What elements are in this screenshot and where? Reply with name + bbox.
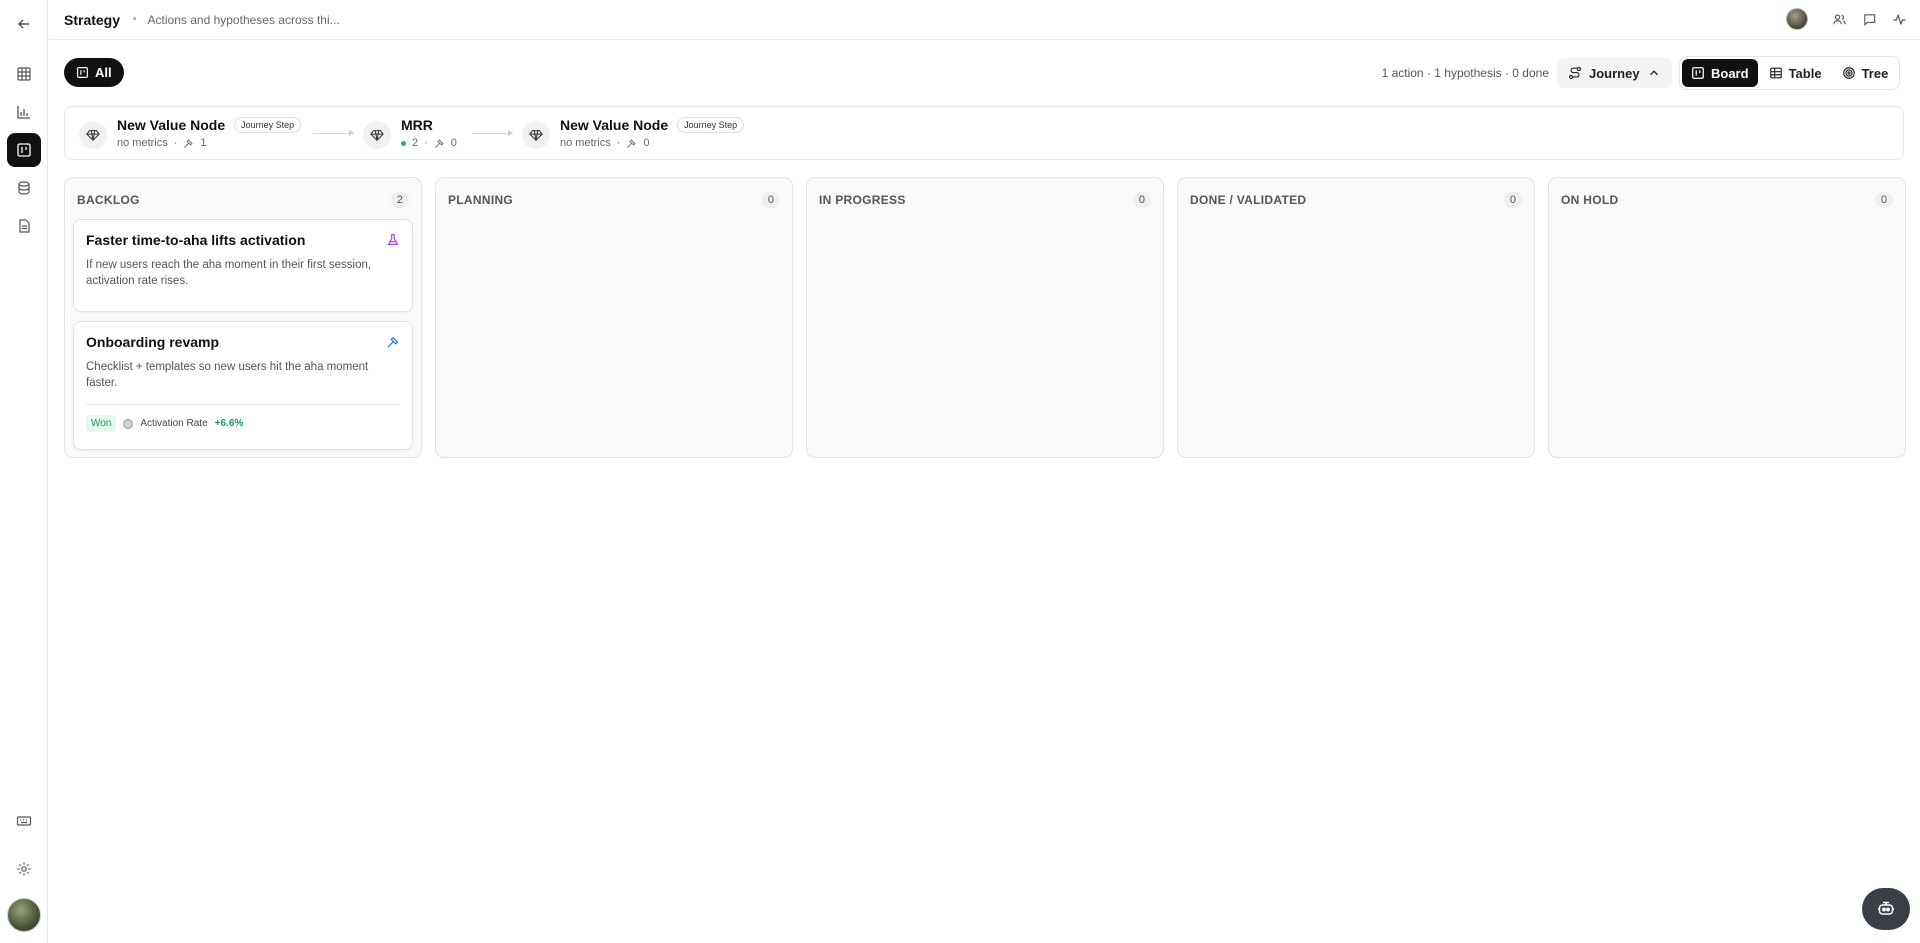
- title-separator: •: [133, 14, 137, 25]
- metric-name: Activation Rate: [140, 418, 208, 429]
- card-description: If new users reach the aha moment in the…: [86, 259, 372, 287]
- board-kanban-icon[interactable]: [7, 133, 41, 167]
- journey-node[interactable]: New Value Node Journey Step no metrics ·…: [79, 117, 302, 149]
- tree-target-icon: [1842, 67, 1855, 79]
- hammer-icon: [387, 336, 399, 348]
- board-column-on-hold: ON HOLD 0: [1548, 177, 1906, 458]
- status-badge: Won: [86, 415, 117, 432]
- hammer-icon: [184, 138, 193, 148]
- page-subtitle: Actions and hypotheses across thi...: [147, 12, 340, 27]
- journey-arrow: [472, 130, 513, 136]
- board-summary: 1 action · 1 hypothesis · 0 done: [1381, 66, 1549, 80]
- column-title: BACKLOG: [77, 193, 140, 207]
- diamond-icon: [363, 121, 391, 149]
- page-title: Strategy: [64, 11, 121, 28]
- header-actions: [1786, 8, 1910, 30]
- journey-route-icon: [1569, 67, 1581, 79]
- meta-separator: ·: [424, 137, 428, 149]
- card-title: Faster time-to-aha lifts activation: [86, 232, 306, 248]
- chevron-up-icon: [1649, 70, 1658, 76]
- board-column-in-progress: IN PROGRESS 0: [806, 177, 1164, 458]
- column-title: IN PROGRESS: [819, 193, 906, 207]
- settings-gear-icon[interactable]: [7, 852, 41, 886]
- view-tree-label: Tree: [1861, 65, 1889, 81]
- column-title: DONE / VALIDATED: [1190, 193, 1307, 207]
- hypothesis-card[interactable]: Faster time-to-aha lifts activation If n…: [73, 219, 413, 312]
- card-title: Onboarding revamp: [86, 334, 220, 350]
- column-count: 0: [1874, 192, 1893, 208]
- metric-status-dot: [401, 140, 406, 146]
- user-avatar[interactable]: [7, 898, 41, 932]
- users-icon[interactable]: [1828, 8, 1850, 30]
- view-switcher: Board Table Tree: [1679, 56, 1901, 90]
- board-icon: [77, 67, 88, 78]
- journey-label: Journey: [1589, 65, 1640, 81]
- view-board-tab[interactable]: Board: [1682, 59, 1758, 87]
- column-count: 2: [390, 192, 409, 208]
- database-icon[interactable]: [7, 171, 41, 205]
- journey-node-actions: 1: [200, 137, 207, 149]
- journey-strip: New Value Node Journey Step no metrics ·…: [64, 106, 1904, 160]
- comment-icon[interactable]: [1858, 8, 1880, 30]
- journey-node-title: MRR: [401, 117, 433, 133]
- page-header: Strategy • Actions and hypotheses across…: [49, 0, 1920, 40]
- board-icon: [1692, 67, 1704, 79]
- back-arrow-icon[interactable]: [7, 7, 41, 41]
- flask-icon: [387, 234, 399, 245]
- card-description: Checklist + templates so new users hit t…: [86, 361, 369, 389]
- table-icon: [1769, 67, 1782, 79]
- bar-chart-icon[interactable]: [7, 95, 41, 129]
- journey-node-actions: 0: [450, 137, 457, 149]
- meta-separator: ·: [173, 137, 178, 149]
- view-table-label: Table: [1788, 65, 1822, 81]
- view-table-tab[interactable]: Table: [1760, 59, 1831, 87]
- column-title: ON HOLD: [1561, 193, 1619, 207]
- left-nav-rail: [0, 0, 48, 943]
- card-result-row: Won Activation Rate +6.6%: [86, 404, 400, 432]
- action-card[interactable]: Onboarding revamp Checklist + templates …: [73, 321, 413, 450]
- column-count: 0: [1132, 192, 1151, 208]
- hammer-icon: [627, 138, 636, 148]
- board-column-backlog: BACKLOG 2 Faster time-to-aha lifts activ…: [64, 177, 422, 458]
- grid-table-icon[interactable]: [7, 57, 41, 91]
- view-tree-tab[interactable]: Tree: [1833, 59, 1898, 87]
- filter-all-chip[interactable]: All: [64, 58, 124, 87]
- journey-node-title: New Value Node: [117, 117, 226, 133]
- journey-node-actions: 0: [643, 137, 650, 149]
- document-icon[interactable]: [7, 209, 41, 243]
- activity-pulse-icon[interactable]: [1888, 8, 1910, 30]
- metric-delta: +6.6%: [214, 418, 244, 429]
- assistant-bot-icon: [1878, 901, 1894, 915]
- journey-node-metrics: no metrics: [117, 137, 168, 149]
- hammer-icon: [434, 138, 444, 148]
- journey-node-metrics: 2: [412, 137, 419, 149]
- column-count: 0: [1503, 192, 1522, 208]
- journey-node[interactable]: MRR 2 · 0: [363, 117, 457, 149]
- board-column-done-validated: DONE / VALIDATED 0: [1177, 177, 1535, 458]
- journey-toggle-button[interactable]: Journey: [1557, 58, 1672, 88]
- journey-step-badge: Journey Step: [234, 117, 302, 133]
- journey-step-badge: Journey Step: [677, 117, 745, 133]
- journey-node-metrics: no metrics: [560, 137, 611, 149]
- assistant-fab-button[interactable]: [1862, 888, 1910, 930]
- meta-separator: ·: [616, 137, 621, 149]
- journey-node-title: New Value Node: [560, 117, 669, 133]
- view-board-label: Board: [1711, 65, 1749, 81]
- board-column-planning: PLANNING 0: [435, 177, 793, 458]
- diamond-icon: [79, 121, 107, 149]
- journey-node[interactable]: New Value Node Journey Step no metrics ·…: [522, 117, 745, 149]
- metric-icon: [123, 418, 134, 429]
- column-title: PLANNING: [448, 193, 514, 207]
- collaborator-avatar[interactable]: [1786, 8, 1808, 30]
- diamond-icon: [522, 121, 550, 149]
- keyboard-icon[interactable]: [7, 804, 41, 838]
- journey-arrow: [313, 130, 354, 136]
- filter-all-label: All: [95, 65, 112, 80]
- column-count: 0: [761, 192, 780, 208]
